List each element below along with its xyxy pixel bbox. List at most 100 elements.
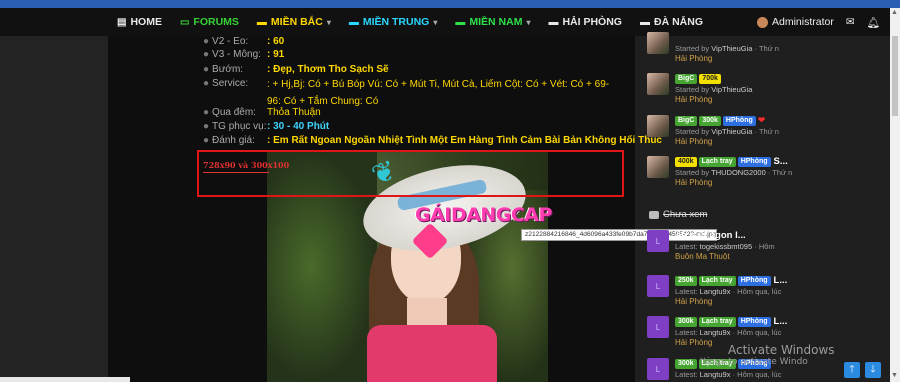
info-value: : 30 - 40 Phút — [267, 121, 330, 132]
thread-forum-link[interactable]: Hải Phòng — [675, 54, 712, 63]
sidebar-thread[interactable]: L 250k Lạch tray HPhòng L... Latest: Langtu9x… — [647, 275, 887, 307]
info-label-text: Đánh giá: — [212, 135, 255, 146]
info-value: : 60 — [267, 36, 285, 47]
thread-title[interactable]: S... — [774, 156, 788, 167]
info-label: ● V3 - Mông: — [203, 48, 267, 61]
thread-title-line[interactable]: 400k Lạch tray HPhòng S... — [675, 156, 788, 167]
bullet-icon: ● — [203, 135, 210, 146]
thread-author[interactable]: VipThieuGia — [711, 127, 752, 136]
thread-thumbnail[interactable]: L — [647, 358, 669, 380]
thread-thumbnail[interactable] — [647, 115, 669, 137]
thread-forum-link[interactable]: Buôn Ma Thuột — [675, 252, 730, 261]
thread-title[interactable]: ần e út ngon l... — [676, 230, 746, 241]
thread-meta-prefix: Started by — [675, 127, 710, 136]
bell-icon[interactable]: 🔔︎ — [867, 16, 880, 29]
thread-author[interactable]: Langtu9x — [700, 370, 731, 379]
thread-time: Thứ n — [758, 44, 779, 53]
thread-thumbnail[interactable] — [647, 32, 669, 54]
nav-item[interactable]: ▤ HOME — [108, 8, 171, 36]
envelope-icon[interactable]: ✉ — [846, 16, 855, 28]
thread-forum-link[interactable]: Hải Phòng — [675, 95, 712, 104]
thread-author[interactable]: VipThieuGia — [711, 44, 752, 53]
thread-thumbnail[interactable]: L — [647, 316, 669, 338]
ad-underline — [203, 172, 269, 173]
heart-icon: ❤ — [757, 115, 766, 125]
info-row: ● V2 - Eo:: 60 — [203, 35, 284, 48]
chat-icon: ▭ — [179, 16, 190, 28]
ad-placeholder-box[interactable] — [197, 150, 624, 197]
thread-meta-prefix: Started by — [675, 44, 710, 53]
info-value: : Em Rất Ngoan Ngoãn Nhiệt Tình Một Em H… — [267, 135, 662, 146]
thread-author[interactable]: Langtu9x — [700, 287, 731, 296]
nav-item[interactable]: ▬ MIỀN TRUNG ▾ — [340, 8, 447, 36]
bullet-icon: ● — [203, 121, 210, 132]
thread-forum-link[interactable]: Hải Phòng — [675, 338, 712, 347]
thread-meta-prefix: Latest: — [675, 287, 698, 296]
thread-meta: Latest: Langtu9x · Hôm qua, lúc — [675, 287, 781, 296]
thread-author[interactable]: togekissbmt095 — [700, 242, 753, 251]
info-row: ● V3 - Mông:: 91 — [203, 48, 284, 61]
sidebar-thread[interactable]: BigC 700k Started by VipThieuGia Hải Phòng — [647, 73, 887, 105]
scroll-top-button[interactable]: 🡑 — [844, 362, 860, 378]
thread-title[interactable]: L... — [774, 275, 788, 286]
bullet-icon: ● — [203, 64, 210, 75]
windows-activate-subtitle: ttings to activate Windo — [700, 357, 808, 367]
info-label: ● Qua đêm: — [203, 106, 267, 119]
scroll-up-arrow-icon[interactable]: ▲ — [891, 9, 898, 16]
thread-title-line[interactable]: 300k Lạch tray HPhòng L... — [675, 316, 787, 327]
thread-meta-prefix: Started by — [675, 85, 710, 94]
thread-title-line[interactable]: BigC 700k — [675, 73, 724, 84]
photo-neck — [407, 298, 447, 328]
info-value: : Đẹp, Thơm Tho Sạch Sẽ — [267, 64, 389, 75]
thread-meta: Started by VipThieuGia · Thứ n — [675, 44, 779, 53]
thread-prefix-badge: HPhòng — [737, 156, 771, 167]
folder-icon: ▬ — [639, 16, 650, 28]
thread-thumbnail[interactable]: L — [647, 230, 669, 252]
sidebar-thread[interactable]: Lần e út ngon l... Latest: togekissbmt095… — [647, 230, 887, 262]
scrollbar-thumb[interactable] — [892, 36, 898, 116]
folder-icon: ▬ — [256, 16, 267, 28]
nav-item[interactable]: ▬ MIỀN BẮC ▾ — [248, 8, 340, 36]
thread-title-line[interactable]: 250k Lạch tray HPhòng L... — [675, 275, 787, 286]
sidebar-thread[interactable]: Started by VipThieuGia · Thứ n Hải Phòng — [647, 32, 887, 64]
thread-author[interactable]: VipThieuGia — [711, 85, 752, 94]
scroll-bottom-button[interactable]: 🡓 — [865, 362, 881, 378]
nav-item[interactable]: ▬ HẢI PHÒNG — [539, 8, 631, 36]
thread-title-line[interactable] — [675, 32, 676, 43]
nav-item[interactable]: ▬ MIỀN NAM ▾ — [446, 8, 539, 36]
info-label: ● Đánh giá: — [203, 134, 267, 147]
scroll-down-arrow-icon[interactable]: ▼ — [891, 372, 898, 379]
thread-meta-separator: · — [752, 242, 759, 251]
thread-time: Thứ n — [758, 127, 779, 136]
thread-meta: Latest: Langtu9x · Hôm qua, lúc — [675, 328, 781, 337]
thread-forum-link[interactable]: Hải Phòng — [675, 137, 712, 146]
thread-title-line[interactable]: BigC 300k HPhòng ❤ — [675, 115, 768, 126]
thread-thumbnail[interactable]: L — [647, 275, 669, 297]
info-label-text: Bướm: — [212, 64, 244, 75]
sidebar-thread[interactable]: 400k Lạch tray HPhòng S... Started by THUDON… — [647, 156, 887, 188]
caret-down-icon: ▾ — [433, 17, 438, 27]
thread-prefix-badge: BigC — [675, 73, 698, 84]
info-label: ● TG phục vụ: — [203, 120, 267, 133]
nav-item-label: MIỀN NAM — [469, 16, 523, 28]
bullet-icon: ● — [203, 78, 210, 89]
sidebar-thread[interactable]: BigC 300k HPhòng ❤ Started by VipThieuGia · … — [647, 115, 887, 147]
thread-title[interactable]: L... — [774, 316, 788, 327]
thread-title-line[interactable]: ần e út ngon l... — [675, 230, 746, 241]
thread-forum-link[interactable]: Hải Phòng — [675, 178, 712, 187]
bullet-icon: ● — [203, 49, 210, 60]
photo-top — [367, 325, 497, 382]
thread-forum-link[interactable]: Hải Phòng — [675, 297, 712, 306]
thread-thumbnail[interactable] — [647, 73, 669, 95]
thread-meta: Started by THUDONG2000 · Thứ n — [675, 168, 792, 177]
thread-prefix-badge: 300k — [699, 115, 721, 126]
user-menu[interactable]: Administrator — [756, 16, 834, 28]
nav-item[interactable]: ▭ FORUMS — [171, 8, 248, 36]
thread-author[interactable]: Langtu9x — [700, 328, 731, 337]
thread-time: Thứ n — [772, 168, 793, 177]
info-label-text: Qua đêm: — [212, 107, 256, 118]
thread-thumbnail[interactable] — [647, 156, 669, 178]
thread-author[interactable]: THUDONG2000 — [711, 168, 766, 177]
info-label: ● Bướm: — [203, 63, 267, 76]
thread-meta-prefix: Latest: — [675, 370, 698, 379]
